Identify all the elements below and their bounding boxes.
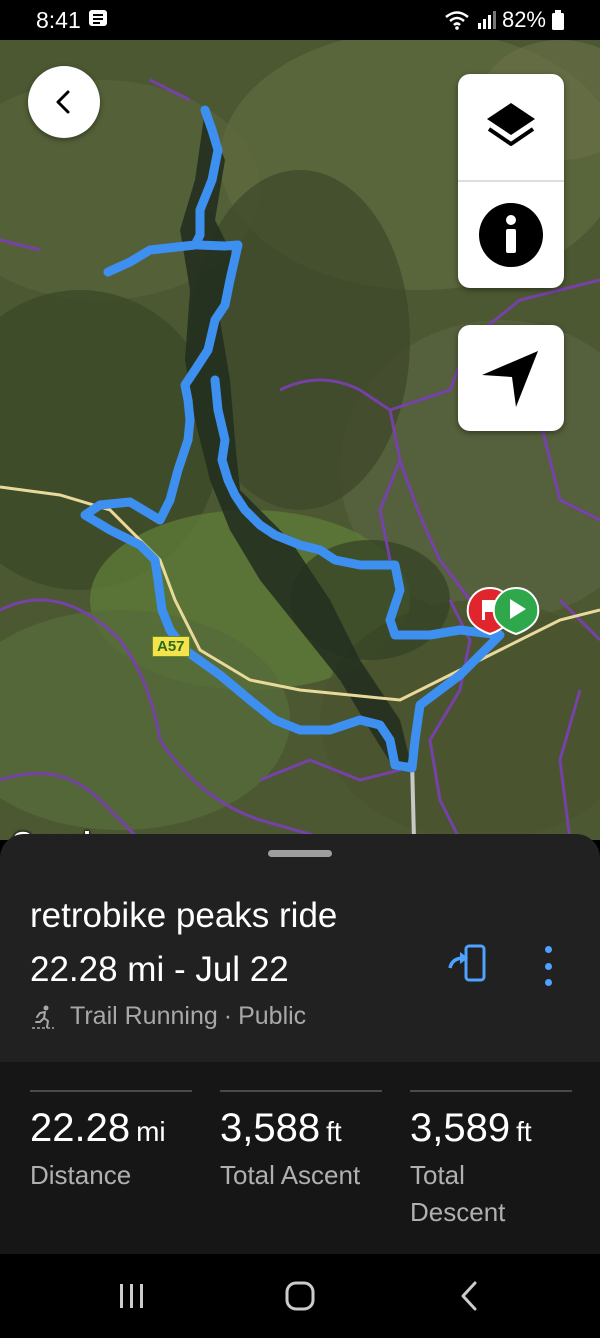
map-controls-group xyxy=(458,74,564,288)
recent-apps-button[interactable] xyxy=(116,1280,148,1312)
home-icon xyxy=(285,1281,315,1311)
activity-meta: Trail Running · Public xyxy=(30,1002,306,1031)
stat-value: 3,589 ft xyxy=(410,1106,532,1150)
activity-type: Trail Running xyxy=(70,1002,218,1030)
send-to-device-button[interactable] xyxy=(446,942,490,986)
system-back-button[interactable] xyxy=(456,1280,482,1312)
stat-total-ascent: 3,588 ft Total Ascent xyxy=(220,1090,382,1194)
map-view[interactable]: A57 Google xyxy=(0,40,600,840)
stat-distance: 22.28 mi Distance xyxy=(30,1090,192,1194)
stat-value: 22.28 mi xyxy=(30,1106,166,1150)
signal-icon xyxy=(477,11,496,29)
stat-value: 3,588 ft xyxy=(220,1106,342,1150)
activity-subtitle: 22.28 mi - Jul 22 xyxy=(30,950,289,989)
send-to-device-icon xyxy=(448,944,486,982)
battery-percent: 82% xyxy=(501,7,546,32)
info-icon xyxy=(479,203,543,267)
battery-icon xyxy=(552,10,564,30)
activity-visibility: Public xyxy=(238,1002,307,1030)
layers-button[interactable] xyxy=(458,74,564,180)
info-button[interactable] xyxy=(458,182,564,288)
recent-apps-icon xyxy=(120,1284,143,1308)
stat-total-descent: 3,589 ft Total Descent xyxy=(410,1090,572,1231)
system-nav-bar xyxy=(0,1254,600,1338)
road-label: A57 xyxy=(152,636,190,657)
wifi-icon xyxy=(445,11,469,30)
back-button[interactable] xyxy=(28,66,100,138)
stat-label: Total Ascent xyxy=(220,1160,361,1190)
system-back-icon xyxy=(461,1281,477,1311)
status-bar: 8:41 82% xyxy=(0,0,600,40)
stats-panel: 22.28 mi Distance 3,588 ft Total Ascent 3,… xyxy=(0,1062,600,1254)
home-button[interactable] xyxy=(284,1280,316,1312)
meta-separator: · xyxy=(223,1002,233,1030)
navigation-arrow-icon xyxy=(482,351,538,407)
stat-label: Distance xyxy=(30,1160,132,1190)
layers-icon xyxy=(487,103,535,146)
my-location-button[interactable] xyxy=(458,325,564,431)
activity-sheet: retrobike peaks ride 22.28 mi - Jul 22 T… xyxy=(0,834,600,1254)
activity-title: retrobike peaks ride xyxy=(30,896,338,935)
stat-label: Total Descent xyxy=(410,1160,506,1227)
more-dot xyxy=(544,946,552,953)
more-options-button[interactable] xyxy=(536,944,560,988)
more-dot xyxy=(544,979,552,986)
sheet-drag-handle[interactable] xyxy=(268,850,332,857)
status-right: 82% xyxy=(444,7,564,33)
more-dot xyxy=(544,962,552,970)
back-arrow-icon xyxy=(56,90,70,114)
trail-running-icon xyxy=(32,1005,54,1029)
notification-icon xyxy=(89,10,107,26)
status-time: 8:41 xyxy=(36,7,81,33)
